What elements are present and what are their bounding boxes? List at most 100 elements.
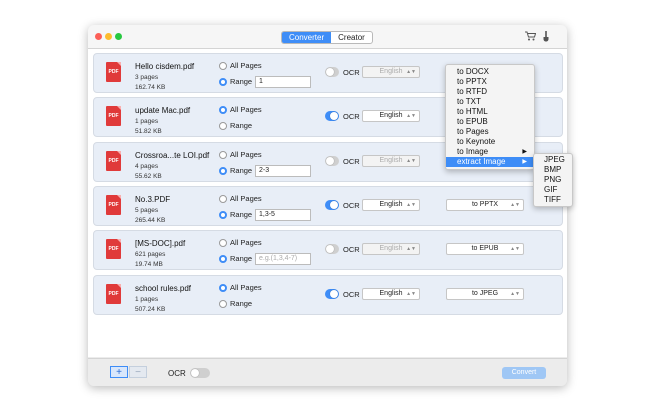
mode-segmented-control: Converter Creator bbox=[281, 31, 373, 44]
file-page-count: 1 pages bbox=[135, 118, 159, 126]
range-radio[interactable] bbox=[219, 255, 227, 264]
range-radio[interactable] bbox=[219, 122, 227, 131]
menu-item[interactable]: to Pages bbox=[446, 127, 534, 137]
file-page-count: 1 pages bbox=[135, 295, 159, 303]
ocr-toggle[interactable] bbox=[325, 111, 339, 122]
add-file-button[interactable]: + bbox=[110, 366, 128, 378]
file-size: 51.82 KB bbox=[135, 128, 162, 136]
range-label: Range bbox=[230, 165, 253, 175]
chevron-updown-icon: ▲▼ bbox=[510, 246, 520, 253]
all-pages-radio[interactable] bbox=[219, 283, 227, 292]
file-size: 55.62 KB bbox=[135, 172, 162, 180]
ocr-toggle[interactable] bbox=[325, 155, 339, 166]
footer-ocr-toggle[interactable] bbox=[190, 368, 210, 378]
file-page-count: 621 pages bbox=[135, 251, 166, 259]
all-pages-radio[interactable] bbox=[219, 150, 227, 159]
ocr-toggle[interactable] bbox=[325, 67, 339, 77]
tab-creator[interactable]: Creator bbox=[331, 32, 372, 43]
zoom-window-button[interactable] bbox=[115, 33, 122, 40]
menu-item[interactable]: to DOCX bbox=[446, 67, 534, 77]
all-pages-radio[interactable] bbox=[219, 239, 227, 248]
menu-item[interactable]: to PPTX bbox=[446, 77, 534, 87]
menu-item[interactable]: to Image ▶ bbox=[446, 147, 534, 157]
range-input[interactable]: 1,3-5 bbox=[255, 208, 311, 221]
tab-converter[interactable]: Converter bbox=[282, 32, 332, 43]
all-pages-label: All Pages bbox=[230, 238, 262, 248]
chevron-updown-icon: ▲▼ bbox=[510, 201, 520, 208]
language-select[interactable]: English ▲▼ bbox=[362, 198, 420, 211]
ocr-label: OCR bbox=[343, 156, 360, 166]
file-name: update Mac.pdf bbox=[135, 106, 191, 116]
chevron-updown-icon: ▲▼ bbox=[406, 69, 416, 75]
range-label: Range bbox=[230, 121, 253, 131]
output-format-select[interactable]: to JPEG ▲▼ bbox=[446, 287, 524, 300]
language-select[interactable]: English ▲▼ bbox=[362, 287, 420, 300]
ocr-toggle[interactable] bbox=[325, 199, 339, 210]
all-pages-label: All Pages bbox=[230, 282, 262, 292]
file-page-count: 5 pages bbox=[135, 206, 159, 214]
footer-bar: + − OCR Convert bbox=[88, 358, 567, 386]
ocr-label: OCR bbox=[343, 200, 360, 210]
language-select[interactable]: English ▲▼ bbox=[362, 243, 420, 256]
file-size: 507.24 KB bbox=[135, 305, 166, 313]
output-format-select[interactable]: to PPTX ▲▼ bbox=[446, 198, 524, 211]
menu-item[interactable]: to HTML bbox=[446, 107, 534, 117]
remove-file-button[interactable]: − bbox=[129, 366, 147, 378]
file-size: 162.74 KB bbox=[135, 84, 166, 91]
file-row[interactable]: PDF [MS-DOC].pdf 621 pages 19.74 MB All Page… bbox=[93, 230, 563, 271]
all-pages-label: All Pages bbox=[230, 149, 262, 159]
file-name: school rules.pdf bbox=[135, 283, 192, 293]
range-radio[interactable] bbox=[219, 210, 227, 219]
all-pages-label: All Pages bbox=[230, 61, 262, 70]
file-name: Hello cisdem.pdf bbox=[135, 62, 195, 71]
ocr-label: OCR bbox=[343, 68, 360, 77]
menu-item[interactable]: to EPUB bbox=[446, 117, 534, 127]
menu-item[interactable]: to Keynote bbox=[446, 137, 534, 147]
ocr-toggle[interactable] bbox=[325, 288, 339, 299]
file-row[interactable]: PDF No.3.PDF 5 pages 265.44 KB All Pages Rang… bbox=[93, 185, 563, 226]
submenu-item[interactable]: JPEG bbox=[534, 155, 572, 165]
submenu-item[interactable]: TIFF bbox=[534, 195, 572, 205]
menu-item[interactable]: to RTFD bbox=[446, 87, 534, 97]
cart-icon[interactable] bbox=[525, 31, 537, 44]
menu-item[interactable]: extract Image ▶ bbox=[446, 157, 534, 167]
file-name: Crossroa...te LOI.pdf bbox=[135, 150, 210, 160]
range-label: Range bbox=[230, 209, 253, 219]
file-row[interactable]: PDF school rules.pdf 1 pages 507.24 KB All P… bbox=[93, 274, 563, 315]
pdf-file-icon: PDF bbox=[106, 239, 121, 260]
all-pages-radio[interactable] bbox=[219, 106, 227, 115]
range-radio[interactable] bbox=[219, 78, 227, 86]
submenu-item[interactable]: GIF bbox=[534, 185, 572, 195]
all-pages-radio[interactable] bbox=[219, 194, 227, 203]
file-name: [MS-DOC].pdf bbox=[135, 239, 186, 249]
output-format-select[interactable]: to EPUB ▲▼ bbox=[446, 243, 524, 256]
pdf-file-icon: PDF bbox=[106, 194, 121, 215]
pdf-file-icon: PDF bbox=[106, 283, 121, 304]
all-pages-label: All Pages bbox=[230, 105, 262, 115]
footer-ocr-label: OCR bbox=[168, 369, 186, 378]
submenu-arrow-icon: ▶ bbox=[522, 159, 527, 165]
all-pages-radio[interactable] bbox=[219, 62, 227, 70]
language-select[interactable]: English ▲▼ bbox=[362, 110, 420, 123]
range-input[interactable]: 1 bbox=[255, 76, 311, 88]
menu-item[interactable]: to TXT bbox=[446, 97, 534, 107]
submenu-item[interactable]: PNG bbox=[534, 175, 572, 185]
language-select[interactable]: English ▲▼ bbox=[362, 154, 420, 167]
file-name: No.3.PDF bbox=[135, 194, 171, 204]
range-label: Range bbox=[230, 77, 253, 86]
close-window-button[interactable] bbox=[95, 33, 102, 40]
range-radio[interactable] bbox=[219, 166, 227, 175]
language-select[interactable]: English ▲▼ bbox=[362, 66, 420, 78]
ocr-toggle[interactable] bbox=[325, 244, 339, 255]
brush-icon[interactable] bbox=[542, 31, 550, 45]
chevron-updown-icon: ▲▼ bbox=[406, 290, 416, 297]
submenu-item[interactable]: BMP bbox=[534, 165, 572, 175]
file-page-count: 3 pages bbox=[135, 74, 159, 81]
pdf-file-icon: PDF bbox=[106, 106, 121, 127]
minimize-window-button[interactable] bbox=[105, 33, 112, 40]
range-radio[interactable] bbox=[219, 299, 227, 308]
range-input[interactable]: e.g.(1,3,4-7) bbox=[255, 253, 311, 266]
range-input[interactable]: 2-3 bbox=[255, 164, 311, 177]
ocr-label: OCR bbox=[343, 112, 360, 122]
convert-button[interactable]: Convert bbox=[502, 367, 546, 379]
